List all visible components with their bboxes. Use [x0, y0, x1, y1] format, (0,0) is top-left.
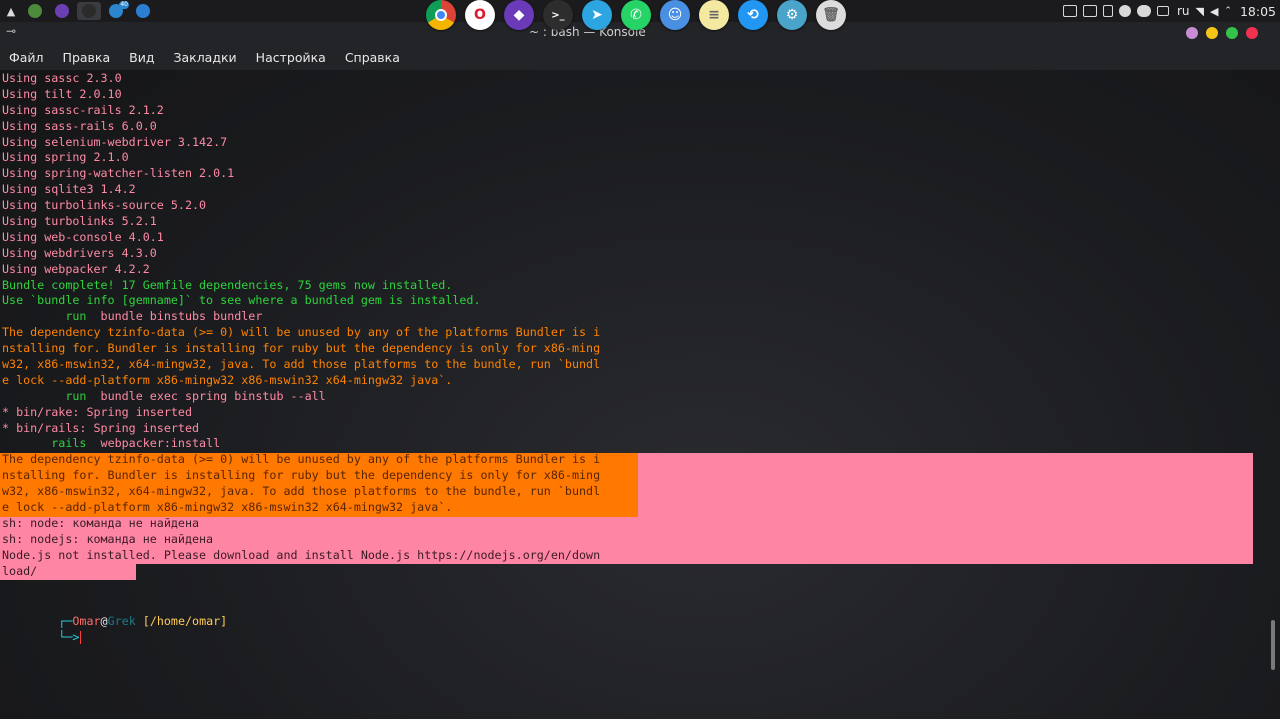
window-menu-icon[interactable]: ⊸	[6, 24, 16, 38]
terminal-line: rails webpacker:install	[51, 436, 221, 451]
terminal-line: Using sqlite3 1.4.2	[2, 182, 136, 197]
prompt-path: [/home/omar]	[142, 614, 228, 628]
battery-icon[interactable]	[1156, 6, 1169, 16]
clipboard-icon[interactable]	[1062, 5, 1077, 17]
terminal-line: load/	[2, 563, 38, 578]
terminal-line: The dependency tzinfo-data (>= 0) will b…	[2, 452, 601, 467]
terminal-line: w32, x86-mswin32, x64-mingw32, java. To …	[2, 484, 601, 499]
menubar: Файл Правка Вид Закладки Настройка Справка	[0, 44, 1280, 70]
task-browser[interactable]	[131, 2, 155, 20]
prompt-at: @	[100, 614, 108, 628]
task-chrome[interactable]	[23, 2, 47, 20]
close-button[interactable]	[1246, 27, 1258, 39]
menu-item[interactable]: Файл	[9, 50, 44, 65]
maximize-button[interactable]	[1226, 27, 1238, 39]
shell-prompt: ┌─Omar@Grek [/home/omar] └─>	[2, 597, 228, 644]
system-tray: ru ◥ ◀ ⌃ 18:05	[1062, 0, 1276, 22]
text-cursor[interactable]	[80, 631, 82, 644]
media-player-icon[interactable]	[1118, 5, 1131, 17]
opera-icon[interactable]: O	[465, 0, 495, 30]
window-buttons	[1186, 27, 1258, 39]
menu-item[interactable]: Справка	[345, 50, 400, 65]
menu-item[interactable]: Настройка	[256, 50, 326, 65]
terminal-icon[interactable]: >_	[543, 0, 573, 30]
terminal-line: Using sassc-rails 2.1.2	[2, 102, 164, 117]
terminal-line: Using tilt 2.0.10	[2, 86, 122, 101]
menu-item[interactable]: Закладки	[173, 50, 236, 65]
terminal-output: Using sassc 2.3.0 Using tilt 2.0.10 Using …	[2, 71, 600, 580]
terminal-line: e lock --add-platform x86-mingw32 x86-ms…	[2, 372, 453, 387]
terminal-view[interactable]: Using sassc 2.3.0 Using tilt 2.0.10 Using …	[0, 70, 1264, 719]
prompt-corner-bottom: └─>	[58, 630, 80, 644]
generator-action: run	[65, 388, 87, 403]
generator-action: rails	[51, 436, 87, 451]
kde-launcher-icon[interactable]: ▲	[2, 2, 20, 20]
telegram-icon: 40	[109, 1, 129, 18]
task-visual-studio-code[interactable]	[50, 2, 74, 20]
dock: O ◆ >_ ➤ ✆ ☺ ≡ ⟲ ⚙ 🗑	[426, 0, 846, 30]
terminal-line: nstalling for. Bundler is installing for…	[2, 468, 601, 483]
trash-icon[interactable]: 🗑	[816, 0, 846, 30]
terminal-scrollbar[interactable]	[1271, 620, 1275, 670]
terminal-line: sh: node: команда не найдена	[2, 515, 200, 530]
menu-item[interactable]: Вид	[129, 50, 154, 65]
terminal-line: Using web-console 4.0.1	[2, 229, 164, 244]
whatsapp-icon[interactable]: ✆	[621, 0, 651, 30]
task-manager: ▲ 40	[2, 1, 155, 20]
language-indicator[interactable]: ru	[1177, 4, 1190, 18]
chrome-icon	[28, 4, 42, 18]
chrome-icon[interactable]	[426, 0, 456, 30]
terminal-line: Using turbolinks 5.2.1	[2, 214, 157, 229]
finder-icon[interactable]: ☺	[660, 0, 690, 30]
keyboard-icon[interactable]	[1082, 5, 1097, 17]
terminal-line: Using turbolinks-source 5.2.0	[2, 198, 207, 213]
volume-icon[interactable]: ◀	[1210, 5, 1218, 18]
prompt-user: Omar	[72, 614, 101, 628]
expand-tray-icon[interactable]: ⌃	[1224, 6, 1232, 16]
terminal-line: run bundle binstubs bundler	[65, 309, 263, 324]
menu-item[interactable]: Правка	[63, 50, 111, 65]
terminal-line: Using spring-watcher-listen 2.0.1	[2, 166, 235, 181]
prompt-corner-top: ┌─	[58, 614, 73, 628]
settings-icon[interactable]: ⚙	[777, 0, 807, 30]
terminal-line: nstalling for. Bundler is installing for…	[2, 341, 601, 356]
wifi-icon[interactable]: ◥	[1195, 5, 1203, 18]
konsole-icon	[82, 4, 96, 18]
terminal-line: Using spring 2.1.0	[2, 150, 129, 165]
terminal-line: run bundle exec spring binstub --all	[65, 388, 326, 403]
visual-studio-code-icon	[55, 4, 69, 18]
task-telegram[interactable]: 40	[104, 1, 129, 20]
minimize-button[interactable]	[1206, 27, 1218, 39]
terminal-line: Bundle complete! 17 Gemfile dependencies…	[2, 277, 453, 292]
task-konsole[interactable]	[77, 2, 101, 20]
terminal-line: Using sassc 2.3.0	[2, 71, 122, 85]
prompt-host: Grek	[107, 614, 136, 628]
terminal-line: Using webdrivers 4.3.0	[2, 245, 157, 260]
clock[interactable]: 18:05	[1240, 4, 1276, 19]
desktop: ▲ 40 ru ◥ ◀ ⌃ 18:05 O ◆ >_ ➤ ✆ ☺ ≡ ⟲ ⚙ 🗑 ⊸ ~ : ba…	[0, 0, 1280, 719]
generator-action: run	[65, 309, 87, 324]
share-icon[interactable]: ⟲	[738, 0, 768, 30]
terminal-line: Using webpacker 4.2.2	[2, 261, 150, 276]
terminal-line: The dependency tzinfo-data (>= 0) will b…	[2, 325, 601, 340]
visual-studio-icon[interactable]: ◆	[504, 0, 534, 30]
telegram-icon[interactable]: ➤	[582, 0, 612, 30]
toggle-icon[interactable]	[1136, 5, 1151, 17]
notes-icon[interactable]	[1102, 5, 1113, 17]
keep-above-button[interactable]	[1186, 27, 1198, 39]
chrome-center	[435, 9, 447, 21]
terminal-line: Using selenium-webdriver 3.142.7	[2, 134, 228, 149]
terminal-line: Using sass-rails 6.0.0	[2, 118, 157, 133]
notes-icon[interactable]: ≡	[699, 0, 729, 30]
terminal-line: w32, x86-mswin32, x64-mingw32, java. To …	[2, 357, 601, 372]
task-badge: 40	[119, 1, 129, 9]
terminal-line: Use `bundle info [gemname]` to see where…	[2, 293, 481, 308]
terminal-line: Node.js not installed. Please download a…	[2, 547, 601, 562]
terminal-line: * bin/rails: Spring inserted	[2, 420, 200, 435]
terminal-line: sh: nodejs: команда не найдена	[2, 531, 214, 546]
terminal-line: e lock --add-platform x86-mingw32 x86-ms…	[2, 500, 453, 515]
browser-icon	[136, 4, 150, 18]
terminal-line: * bin/rake: Spring inserted	[2, 404, 192, 419]
